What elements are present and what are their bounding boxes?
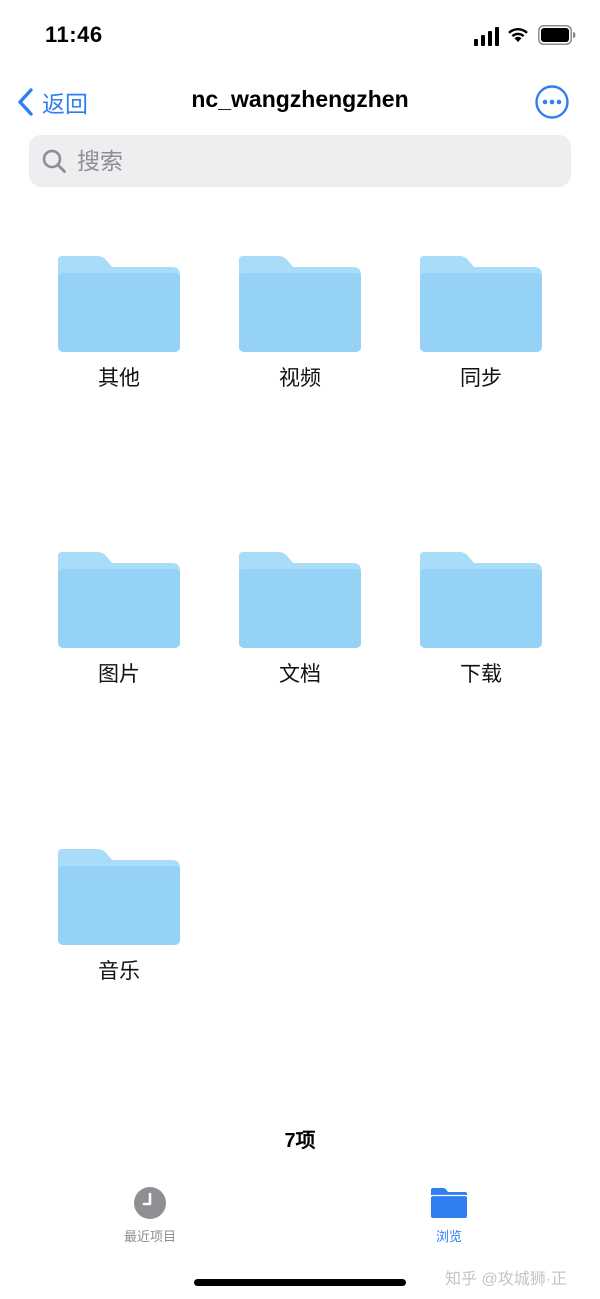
folder-icon	[239, 256, 361, 352]
navigation-bar: 返回 nc_wangzhengzhen	[0, 72, 600, 132]
folder-icon	[420, 552, 542, 648]
wifi-icon	[508, 27, 528, 42]
folder-item[interactable]: 图片	[58, 552, 188, 688]
chevron-left-icon	[18, 88, 33, 116]
cellular-signal-icon	[474, 27, 499, 46]
battery-icon	[538, 25, 576, 45]
folder-item[interactable]: 音乐	[58, 849, 188, 985]
folder-item[interactable]: 同步	[420, 256, 550, 392]
folder-item[interactable]: 下载	[420, 552, 550, 688]
folder-icon	[420, 256, 542, 352]
folder-item[interactable]: 视频	[239, 256, 369, 392]
folder-label: 文档	[279, 663, 321, 686]
back-label: 返回	[42, 91, 88, 117]
folder-label: 同步	[460, 367, 502, 390]
folder-icon	[58, 849, 180, 945]
search-input[interactable]	[75, 146, 549, 176]
page-title: nc_wangzhengzhen	[191, 86, 409, 112]
tab-bar: 最近项目 浏览	[0, 1176, 600, 1256]
search-bar[interactable]	[29, 135, 571, 187]
folder-icon	[58, 552, 180, 648]
folder-icon	[239, 552, 361, 648]
folder-label: 下载	[460, 663, 502, 686]
tab-browse[interactable]: 浏览	[389, 1186, 509, 1245]
status-bar: 11:46	[0, 0, 600, 72]
back-button[interactable]: 返回	[16, 84, 88, 120]
folder-label: 视频	[279, 367, 321, 390]
folder-item[interactable]: 文档	[239, 552, 369, 688]
item-count: 7项	[284, 1130, 316, 1152]
folder-label: 其他	[98, 367, 140, 390]
folder-item[interactable]: 其他	[58, 256, 188, 392]
tab-recents[interactable]: 最近项目	[90, 1186, 210, 1245]
folder-icon	[430, 1188, 468, 1218]
home-indicator[interactable]	[194, 1279, 406, 1286]
watermark: 知乎 @攻城狮·正	[445, 1271, 568, 1288]
tab-label: 最近项目	[123, 1229, 176, 1244]
search-icon	[42, 149, 66, 173]
clock-icon	[134, 1187, 166, 1219]
folder-label: 图片	[98, 663, 140, 686]
ellipsis-circle-icon[interactable]	[534, 84, 570, 120]
folder-icon	[58, 256, 180, 352]
folder-label: 音乐	[98, 960, 140, 983]
tab-label: 浏览	[435, 1229, 462, 1244]
status-time: 11:46	[45, 22, 103, 47]
